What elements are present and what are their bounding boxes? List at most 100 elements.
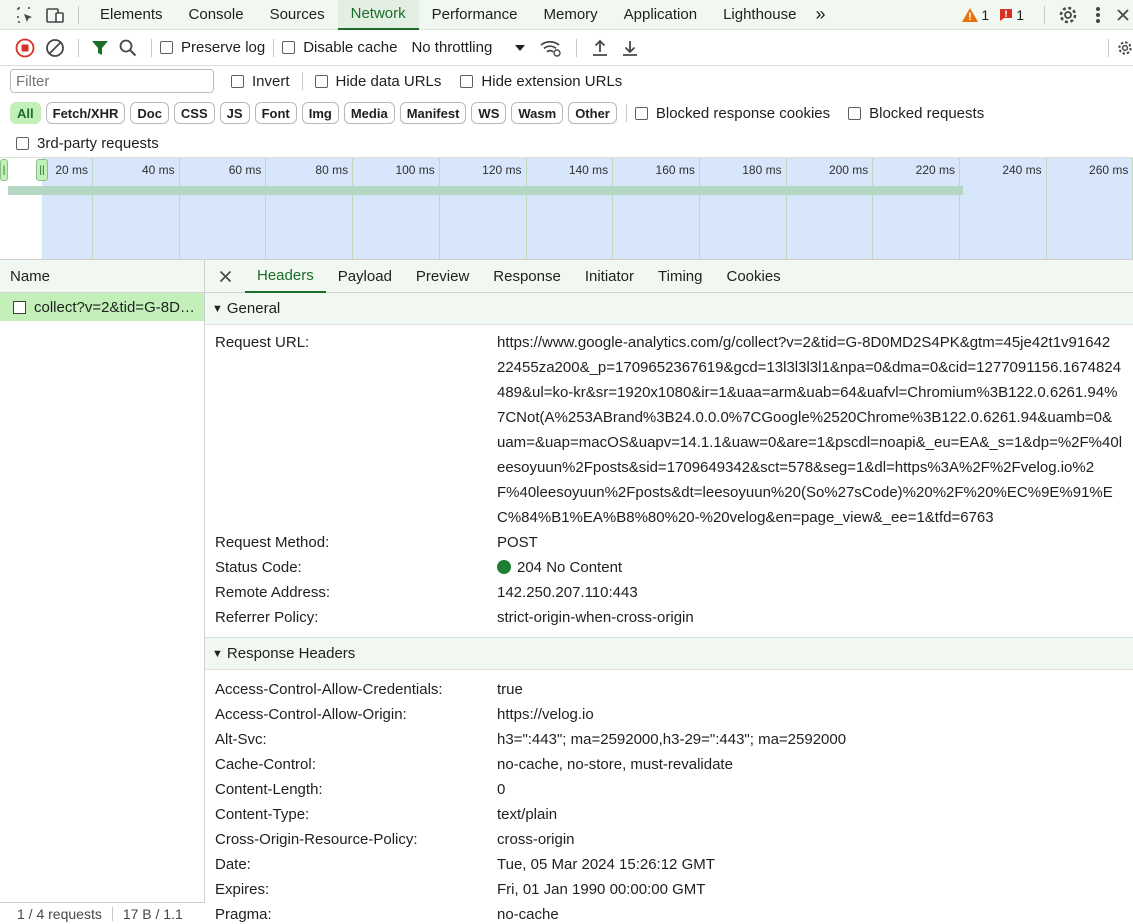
status-code-label: Status Code: xyxy=(215,559,302,576)
details-tab-headers[interactable]: Headers xyxy=(245,260,326,293)
resource-type-filters: All Fetch/XHR Doc CSS JS Font Img Media Manifest… xyxy=(10,102,622,124)
details-tab-response[interactable]: Response xyxy=(481,260,573,293)
more-options-icon[interactable] xyxy=(1083,6,1113,24)
stop-recording-icon[interactable] xyxy=(10,38,40,58)
hide-extension-urls-checkbox[interactable]: Hide extension URLs xyxy=(460,73,622,90)
request-row-checkbox[interactable] xyxy=(13,300,26,314)
response-header-name: Pragma: xyxy=(215,906,272,923)
response-header-name: Alt-Svc: xyxy=(215,731,267,748)
checkbox-box[interactable] xyxy=(231,74,244,88)
request-url-line: eesoyuun%2Fposts&sid=1709649342&sct=578&… xyxy=(497,459,1095,476)
checkbox-box[interactable] xyxy=(282,41,296,54)
tab-lighthouse[interactable]: Lighthouse xyxy=(710,0,809,30)
close-details-icon[interactable] xyxy=(205,270,245,283)
throttling-select[interactable]: No throttling xyxy=(411,39,526,56)
general-section-header[interactable]: ▼ General xyxy=(205,293,1133,325)
type-filter-img[interactable]: Img xyxy=(301,102,339,124)
response-header-row: Cache-Control: no-cache, no-store, must-r… xyxy=(205,752,1133,777)
response-header-value: no-cache, no-store, must-revalidate xyxy=(497,756,733,773)
overview-right-handle[interactable]: || xyxy=(36,159,48,181)
timeline-gridline xyxy=(92,158,93,259)
errors-badge[interactable]: 1 xyxy=(999,7,1024,23)
response-headers-section-header[interactable]: ▼ Response Headers xyxy=(205,638,1133,670)
type-filter-ws[interactable]: WS xyxy=(471,102,507,124)
checkbox-box[interactable] xyxy=(634,106,648,120)
timeline-label: 160 ms xyxy=(655,163,695,177)
details-tab-cookies[interactable]: Cookies xyxy=(714,260,792,293)
invert-checkbox[interactable]: Invert xyxy=(231,73,290,90)
status-ok-dot-icon xyxy=(497,560,511,574)
timeline-label: 140 ms xyxy=(568,163,609,177)
type-filter-other[interactable]: Other xyxy=(568,102,617,124)
status-code-value: 204 No Content xyxy=(517,559,623,576)
tab-network[interactable]: Network xyxy=(337,0,419,30)
checkbox-box[interactable] xyxy=(314,74,328,88)
network-overview-timeline[interactable]: 20 ms 40 ms 60 ms 80 ms 100 ms 120 ms 140 ms 16… xyxy=(0,158,1133,260)
request-row[interactable]: collect?v=2&tid=G-8D… xyxy=(0,293,204,321)
checkbox-box[interactable] xyxy=(848,106,862,120)
disable-cache-checkbox[interactable]: Disable cache xyxy=(282,39,397,56)
export-har-icon[interactable] xyxy=(615,39,645,57)
details-tab-payload[interactable]: Payload xyxy=(326,260,404,293)
type-filter-doc[interactable]: Doc xyxy=(130,102,169,124)
checkbox-box[interactable] xyxy=(460,74,474,88)
warning-icon xyxy=(962,7,979,22)
remote-address-row: Remote Address: 142.250.207.110:443 xyxy=(205,580,1133,605)
checkbox-box[interactable] xyxy=(160,41,173,54)
type-filter-js[interactable]: JS xyxy=(219,102,250,124)
tab-console[interactable]: Console xyxy=(176,0,257,30)
details-tab-initiator[interactable]: Initiator xyxy=(573,260,646,293)
timeline-gridline xyxy=(525,158,527,259)
type-filter-media[interactable]: Media xyxy=(343,102,395,124)
details-tab-preview[interactable]: Preview xyxy=(404,260,481,293)
more-tabs-button[interactable]: » xyxy=(809,0,831,30)
response-header-value: h3=":443"; ma=2592000,h3-29=":443"; ma=2… xyxy=(497,731,847,748)
type-filter-all[interactable]: All xyxy=(10,102,41,124)
response-header-row: Content-Type: text/plain xyxy=(205,802,1133,827)
request-url-line: 7CNot(A%253ABrand%3B24.0.0.0%7CGoogle%25… xyxy=(497,409,1112,426)
filter-input[interactable] xyxy=(10,69,214,93)
request-url-value[interactable]: https://www.google-analytics.com/g/colle… xyxy=(497,330,1123,530)
response-header-row: Alt-Svc: h3=":443"; ma=2592000,h3-29=":44… xyxy=(205,727,1133,752)
type-filter-css[interactable]: CSS xyxy=(173,102,215,124)
close-devtools-icon[interactable] xyxy=(1113,8,1133,22)
tab-memory[interactable]: Memory xyxy=(531,0,611,30)
settings-gear-icon[interactable] xyxy=(1053,5,1083,25)
third-party-checkbox[interactable]: 3rd-party requests xyxy=(16,135,159,152)
inspect-element-icon[interactable] xyxy=(10,5,40,25)
search-icon[interactable] xyxy=(113,39,143,57)
type-filter-fetch-xhr[interactable]: Fetch/XHR xyxy=(45,102,126,124)
type-filter-font[interactable]: Font xyxy=(254,102,297,124)
request-url-label: Request URL: xyxy=(215,334,310,351)
checkbox-box[interactable] xyxy=(16,137,29,150)
filter-funnel-icon[interactable] xyxy=(87,39,113,57)
type-filter-wasm[interactable]: Wasm xyxy=(511,102,564,124)
type-filter-manifest[interactable]: Manifest xyxy=(399,102,467,124)
tab-elements[interactable]: Elements xyxy=(87,0,176,30)
blocked-requests-checkbox[interactable]: Blocked requests xyxy=(848,105,984,122)
clear-icon[interactable] xyxy=(40,38,70,58)
preserve-log-checkbox[interactable]: Preserve log xyxy=(160,39,265,56)
timeline-gridline xyxy=(178,158,180,259)
tab-sources[interactable]: Sources xyxy=(257,0,338,30)
divider xyxy=(111,906,113,921)
tab-application[interactable]: Application xyxy=(611,0,710,30)
response-header-row: Cross-Origin-Resource-Policy: cross-origi… xyxy=(205,827,1133,852)
warnings-badge[interactable]: 1 xyxy=(962,7,989,23)
overview-left-handle[interactable]: | xyxy=(0,159,8,181)
tab-performance[interactable]: Performance xyxy=(419,0,531,30)
request-list: Name collect?v=2&tid=G-8D… 1 / 4 request… xyxy=(0,260,205,924)
name-column-header[interactable]: Name xyxy=(0,260,204,293)
import-har-icon[interactable] xyxy=(585,39,615,57)
details-tab-timing[interactable]: Timing xyxy=(646,260,714,293)
network-settings-icon[interactable] xyxy=(1117,38,1133,58)
request-details: Headers Payload Preview Response Initiator Ti… xyxy=(205,260,1133,924)
divider xyxy=(301,72,303,90)
timeline-gridline xyxy=(612,158,614,259)
response-headers-section: Access-Control-Allow-Credentials: true Acc… xyxy=(205,670,1133,924)
device-toolbar-icon[interactable] xyxy=(40,5,70,25)
blocked-response-cookies-label: Blocked response cookies xyxy=(655,104,831,122)
network-conditions-icon[interactable] xyxy=(534,39,568,57)
hide-data-urls-checkbox[interactable]: Hide data URLs xyxy=(314,73,441,90)
blocked-response-cookies-checkbox[interactable]: Blocked response cookies xyxy=(634,104,831,122)
